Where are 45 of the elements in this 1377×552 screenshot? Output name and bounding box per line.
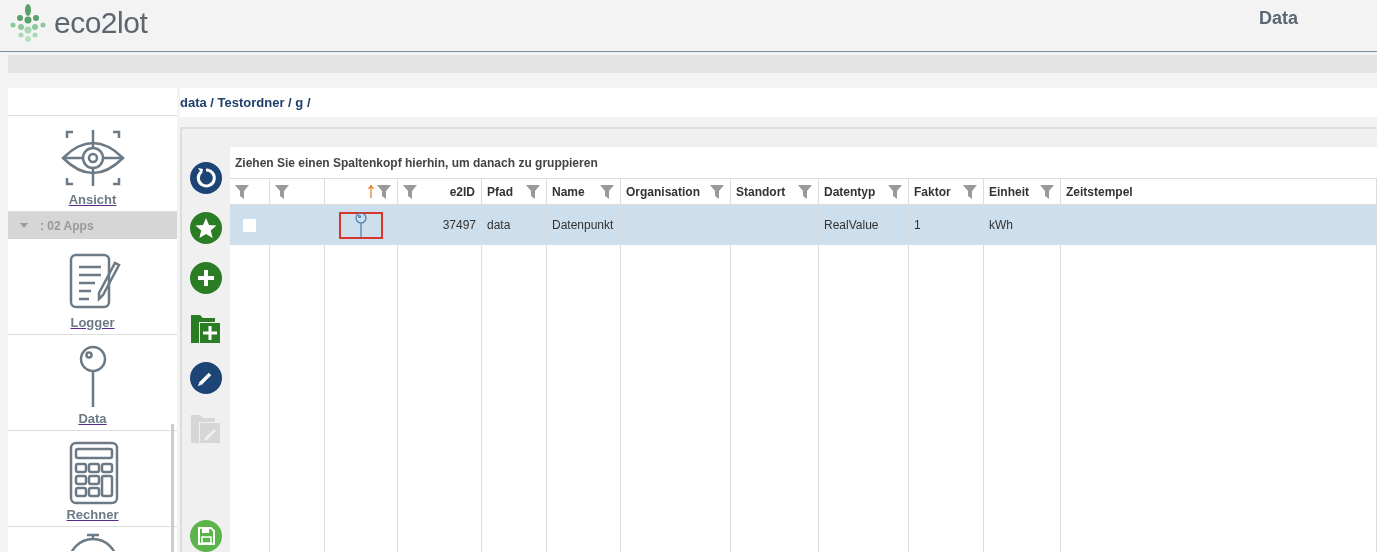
filter-icon[interactable] xyxy=(377,184,391,199)
page-title: Data xyxy=(1259,8,1298,29)
cell-text: RealValue xyxy=(824,218,879,232)
logo-icon xyxy=(8,2,48,43)
logo-text: eco2lot xyxy=(54,5,148,40)
filter-icon[interactable] xyxy=(1040,184,1054,199)
add-folder-button[interactable] xyxy=(190,312,222,344)
column-label: e2ID xyxy=(449,184,475,199)
cell-text: 37497 xyxy=(442,218,476,232)
filter-icon[interactable] xyxy=(600,184,614,199)
column-label: Pfad xyxy=(487,184,513,199)
cell-text: kWh xyxy=(989,218,1013,232)
column-label: Standort xyxy=(736,184,786,199)
save-button[interactable] xyxy=(190,520,222,552)
cell-text: data xyxy=(487,218,511,232)
filter-icon[interactable] xyxy=(275,184,289,199)
add-button[interactable] xyxy=(190,262,222,294)
refresh-button[interactable] xyxy=(190,162,222,194)
filter-icon[interactable] xyxy=(963,184,977,199)
breadcrumb: data / Testordner / g / xyxy=(180,88,1377,117)
column-label: Datentyp xyxy=(824,184,876,199)
column-label: Organisation xyxy=(626,184,700,199)
filter-icon[interactable] xyxy=(798,184,812,199)
filter-icon[interactable] xyxy=(526,184,540,199)
cell-text: Datenpunkt xyxy=(552,218,614,232)
pin-icon[interactable] xyxy=(339,211,383,239)
cell-text: 1 xyxy=(914,218,921,232)
sidebar-link[interactable]: Rechner xyxy=(66,507,119,522)
row-checkbox[interactable] xyxy=(243,218,256,232)
sidebar-link[interactable]: Logger xyxy=(70,315,115,330)
filter-icon[interactable] xyxy=(403,184,417,199)
star-button[interactable] xyxy=(190,212,222,244)
sidebar-link[interactable]: Ansicht xyxy=(68,192,117,207)
column-label: Faktor xyxy=(914,184,951,199)
filter-icon[interactable] xyxy=(888,184,902,199)
edit-button[interactable] xyxy=(190,362,222,394)
filter-icon[interactable] xyxy=(710,184,724,199)
column-label: Einheit xyxy=(989,184,1029,199)
column-label: Name xyxy=(552,184,585,199)
sidebar-link[interactable]: Data xyxy=(78,411,107,426)
filter-icon[interactable] xyxy=(235,184,249,199)
group-hint: Ziehen Sie einen Spaltenkopf hierhin, um danach zu gruppieren xyxy=(230,147,1377,179)
column-label: Zeitstempel xyxy=(1066,184,1133,199)
sort-arrow-icon xyxy=(368,185,374,198)
group-label: : 02 Apps xyxy=(40,218,94,233)
